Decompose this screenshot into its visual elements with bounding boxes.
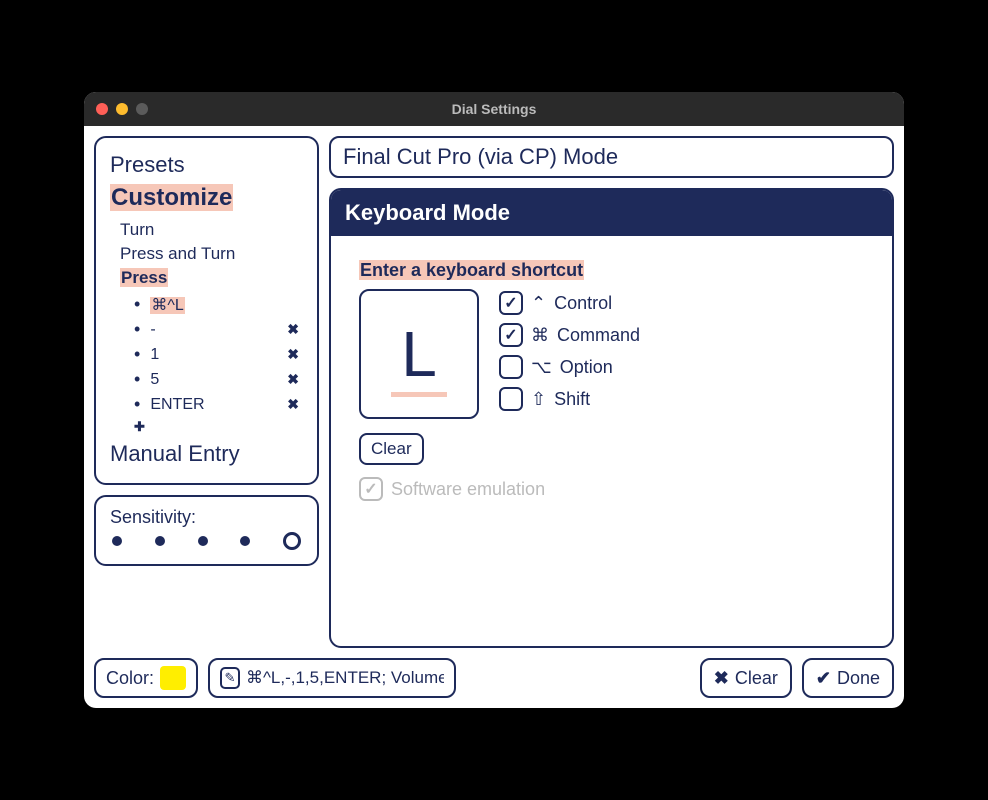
sensitivity-step[interactable] bbox=[240, 536, 250, 546]
modifier-option[interactable]: ⌥ Option bbox=[499, 355, 640, 379]
press-entry[interactable]: ENTER ✖ bbox=[134, 392, 303, 417]
shortcut-key-letter: L bbox=[401, 317, 437, 391]
remove-entry-icon[interactable]: ✖ bbox=[287, 371, 299, 388]
sensitivity-panel: Sensitivity: bbox=[94, 495, 319, 566]
software-emulation-label: Software emulation bbox=[391, 479, 545, 500]
sidebar-manual-entry[interactable]: Manual Entry bbox=[110, 441, 303, 467]
sidebar-item-turn[interactable]: Turn bbox=[110, 218, 303, 242]
remove-entry-icon[interactable]: ✖ bbox=[287, 396, 299, 413]
press-shortcut-list: ⌘^L - ✖ 1 ✖ 5 ✖ bbox=[110, 292, 303, 437]
checkbox-option[interactable] bbox=[499, 355, 523, 379]
software-emulation-row: Software emulation bbox=[359, 477, 864, 501]
sensitivity-step[interactable] bbox=[155, 536, 165, 546]
sensitivity-step-selected[interactable] bbox=[283, 532, 301, 550]
modifier-list: ⌃ Control ⌘ Command ⌥ bbox=[499, 289, 640, 419]
sensitivity-step[interactable] bbox=[112, 536, 122, 546]
x-icon: ✖ bbox=[714, 668, 729, 689]
sidebar-item-press-and-turn[interactable]: Press and Turn bbox=[110, 242, 303, 266]
sidebar-customize[interactable]: Customize bbox=[110, 184, 303, 212]
color-label: Color: bbox=[106, 668, 154, 689]
checkbox-command[interactable] bbox=[499, 323, 523, 347]
press-entry[interactable]: 5 ✖ bbox=[134, 367, 303, 392]
remove-entry-icon[interactable]: ✖ bbox=[287, 346, 299, 363]
keyboard-mode-header: Keyboard Mode bbox=[331, 190, 892, 236]
press-entry[interactable]: 1 ✖ bbox=[134, 342, 303, 367]
titlebar: Dial Settings bbox=[84, 92, 904, 126]
edit-icon[interactable]: ✎ bbox=[220, 667, 240, 689]
summary-input[interactable] bbox=[246, 668, 444, 688]
done-button[interactable]: ✔ Done bbox=[802, 658, 894, 698]
sidebar-item-press[interactable]: Press bbox=[110, 266, 303, 290]
clear-shortcut-button[interactable]: Clear bbox=[359, 433, 424, 465]
shortcut-key-input[interactable]: L bbox=[359, 289, 479, 419]
checkbox-software-emulation bbox=[359, 477, 383, 501]
check-icon: ✔ bbox=[816, 668, 831, 689]
sensitivity-label: Sensitivity: bbox=[110, 507, 303, 528]
command-symbol-icon: ⌘ bbox=[531, 325, 549, 346]
shortcut-key-underline bbox=[391, 392, 447, 397]
window-title: Dial Settings bbox=[84, 101, 904, 117]
modifier-control[interactable]: ⌃ Control bbox=[499, 291, 640, 315]
clear-button[interactable]: ✖ Clear bbox=[700, 658, 792, 698]
shortcut-prompt: Enter a keyboard shortcut bbox=[359, 260, 864, 281]
shift-symbol-icon: ⇧ bbox=[531, 389, 546, 410]
checkbox-control[interactable] bbox=[499, 291, 523, 315]
summary-field[interactable]: ✎ bbox=[208, 658, 456, 698]
modifier-command[interactable]: ⌘ Command bbox=[499, 323, 640, 347]
remove-entry-icon[interactable]: ✖ bbox=[287, 321, 299, 338]
sensitivity-step[interactable] bbox=[198, 536, 208, 546]
checkbox-shift[interactable] bbox=[499, 387, 523, 411]
press-entry[interactable]: ⌘^L bbox=[134, 292, 303, 317]
color-swatch[interactable] bbox=[160, 666, 186, 690]
mode-title[interactable]: Final Cut Pro (via CP) Mode bbox=[329, 136, 894, 178]
option-symbol-icon: ⌥ bbox=[531, 357, 552, 378]
sensitivity-slider[interactable] bbox=[110, 528, 303, 554]
keyboard-mode-panel: Keyboard Mode Enter a keyboard shortcut … bbox=[329, 188, 894, 648]
modifier-shift[interactable]: ⇧ Shift bbox=[499, 387, 640, 411]
bottom-bar: Color: ✎ ✖ Clear ✔ Done bbox=[94, 658, 894, 698]
add-press-entry-button[interactable] bbox=[134, 417, 303, 437]
dial-settings-window: Dial Settings Presets Customize Turn Pre… bbox=[84, 92, 904, 708]
control-symbol-icon: ⌃ bbox=[531, 293, 546, 314]
color-picker[interactable]: Color: bbox=[94, 658, 198, 698]
press-entry[interactable]: - ✖ bbox=[134, 317, 303, 342]
sidebar-presets[interactable]: Presets bbox=[110, 152, 303, 178]
sidebar-panel: Presets Customize Turn Press and Turn Pr… bbox=[94, 136, 319, 485]
